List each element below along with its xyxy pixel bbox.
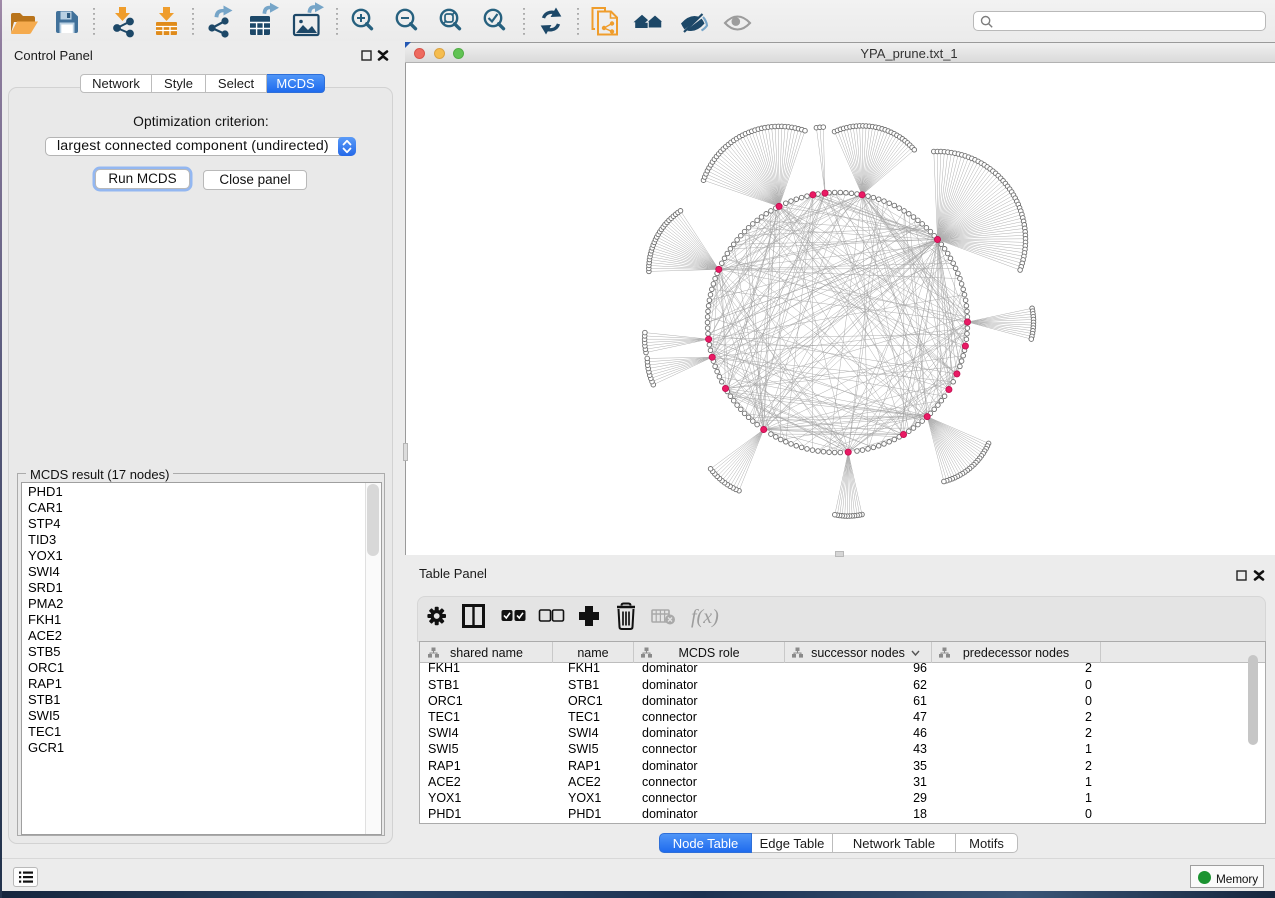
- svg-text:f(x): f(x): [691, 606, 719, 628]
